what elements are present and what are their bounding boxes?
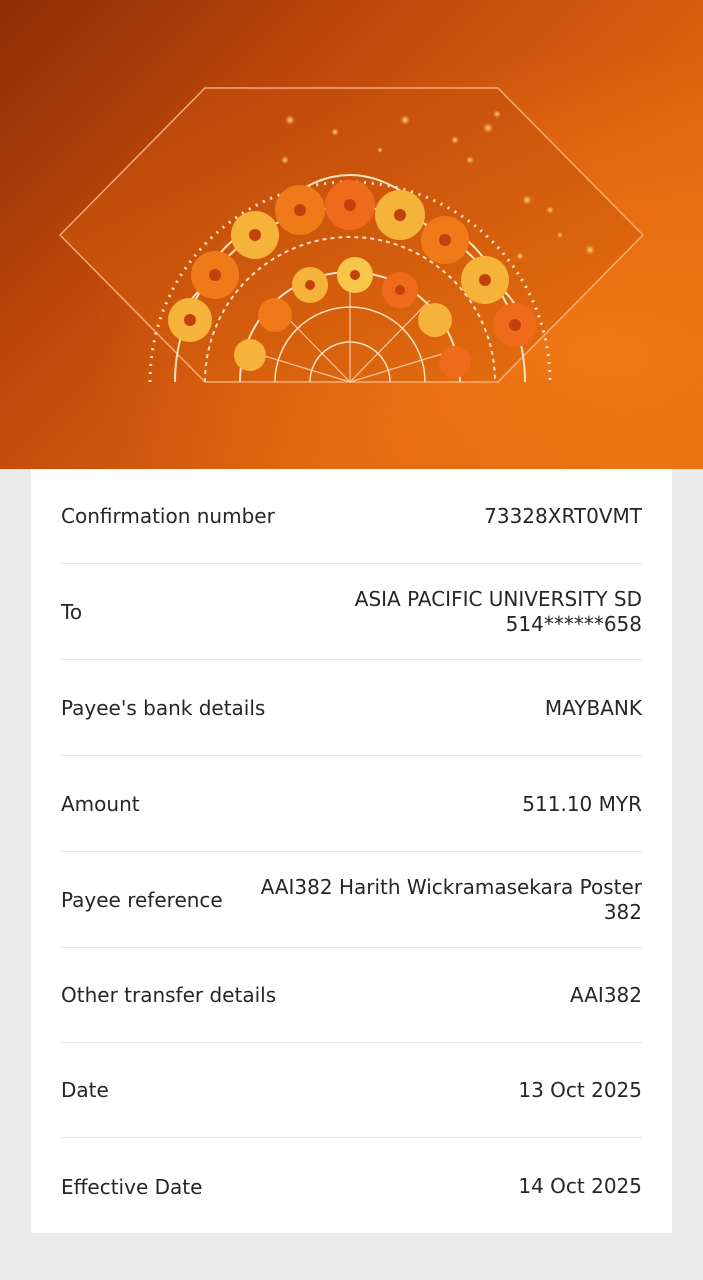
detail-row-date: Date 13 Oct 2025: [61, 1043, 642, 1138]
transfer-details-card: Confirmation number 73328XRT0VMT To ASIA…: [31, 469, 672, 1233]
payee-name-value: ASIA PACIFIC UNIVERSITY SD: [354, 587, 642, 611]
detail-value: 511.10 MYR: [160, 792, 642, 817]
detail-row-amount: Amount 511.10 MYR: [61, 757, 642, 852]
detail-value: 73328XRT0VMT: [295, 504, 642, 529]
date-value: 13 Oct 2025: [518, 1077, 642, 1102]
effective-date-value: 14 Oct 2025: [518, 1174, 642, 1198]
confirmation-number-value: 73328XRT0VMT: [484, 503, 642, 528]
detail-label: Payee's bank details: [61, 696, 266, 720]
detail-value: ASIA PACIFIC UNIVERSITY SD 514******658: [102, 587, 642, 637]
detail-label: To: [61, 600, 83, 624]
amount-value: 511.10 MYR: [522, 791, 642, 816]
detail-value: 14 Oct 2025: [222, 1174, 642, 1199]
detail-row-to: To ASIA PACIFIC UNIVERSITY SD 514******6…: [61, 565, 642, 660]
payee-bank-value: MAYBANK: [544, 695, 642, 720]
payee-account-value: 514******658: [505, 612, 642, 636]
detail-value: AAI382 Harith Wickramasekara Poster 382: [243, 875, 642, 925]
detail-label: Confirmation number: [61, 504, 275, 528]
detail-row-effective-date: Effective Date 14 Oct 2025: [61, 1139, 642, 1234]
other-transfer-details-value: AAI382: [570, 982, 642, 1007]
detail-label: Amount: [61, 792, 140, 816]
detail-row-confirmation-number: Confirmation number 73328XRT0VMT: [61, 469, 642, 564]
detail-label: Payee reference: [61, 888, 223, 912]
diwali-mandala-illustration: [58, 87, 645, 383]
detail-value: 13 Oct 2025: [129, 1078, 642, 1103]
detail-value: MAYBANK: [285, 696, 642, 721]
payee-reference-value-line-1: AAI382 Harith Wickramasekara Poster: [260, 875, 642, 899]
detail-label: Date: [61, 1078, 109, 1102]
detail-row-payee-reference: Payee reference AAI382 Harith Wickramase…: [61, 853, 642, 948]
detail-label: Effective Date: [61, 1174, 203, 1199]
festive-banner: [0, 0, 703, 469]
detail-row-other-transfer-details: Other transfer details AAI382: [61, 948, 642, 1043]
detail-row-payee-bank: Payee's bank details MAYBANK: [61, 661, 642, 756]
detail-label: Other transfer details: [61, 983, 277, 1007]
payee-reference-value-line-2: 382: [603, 900, 642, 924]
detail-value: AAI382: [296, 983, 642, 1008]
